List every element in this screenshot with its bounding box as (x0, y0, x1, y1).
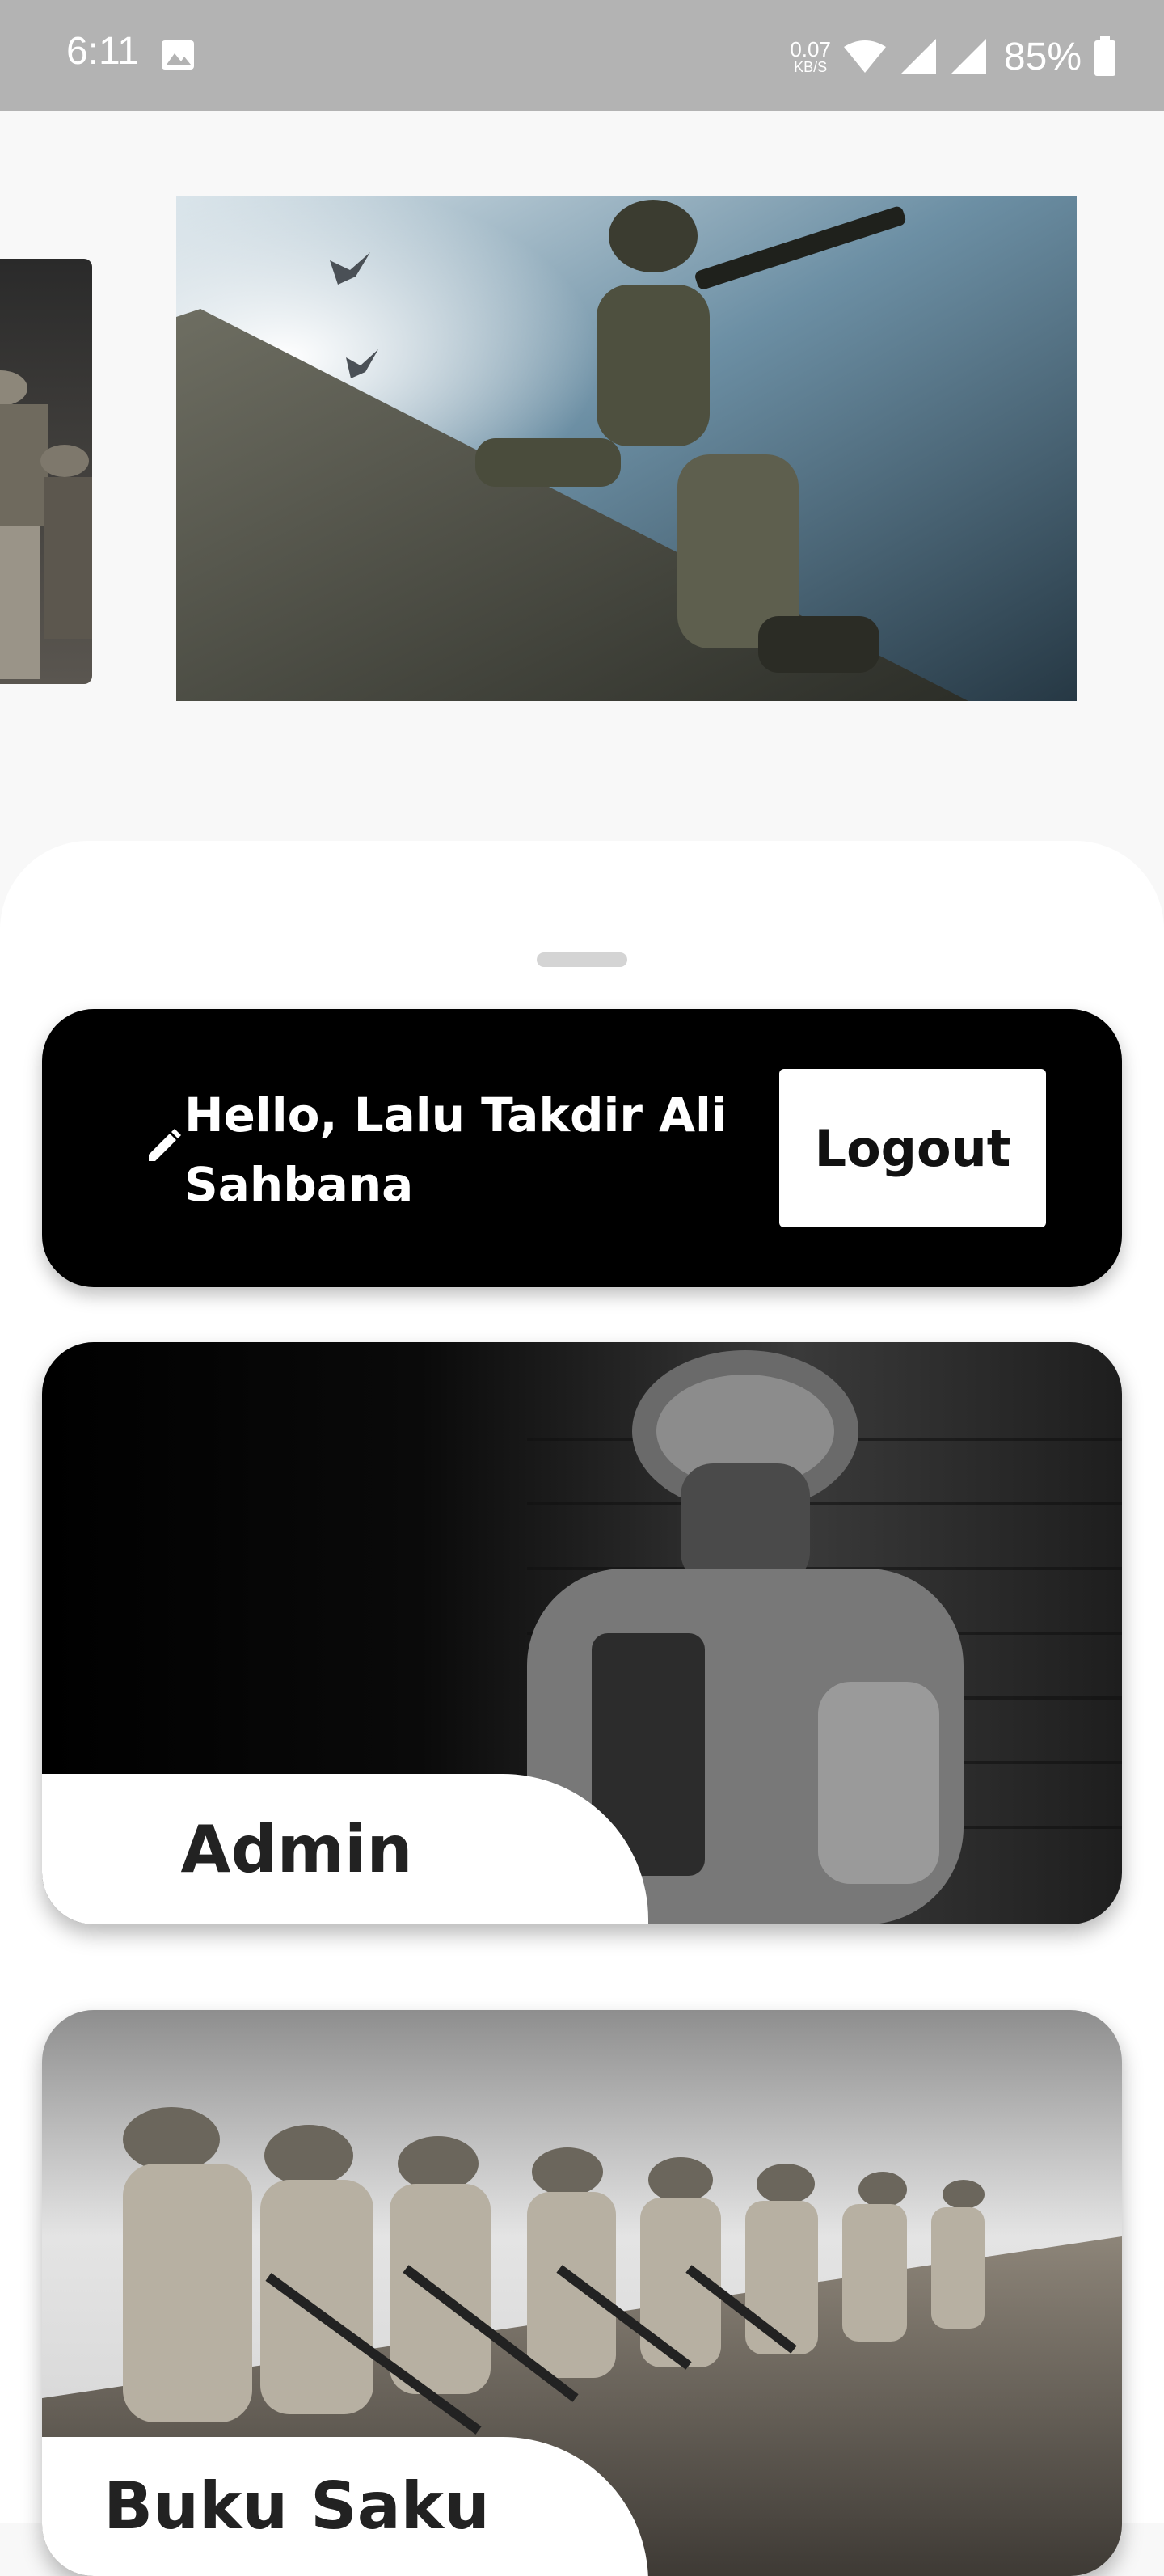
image-carousel[interactable] (0, 111, 1164, 838)
greeting-text: Hello, Lalu Takdir Ali Sahbana (184, 1087, 728, 1212)
pencil-icon[interactable] (141, 1122, 186, 1168)
sheet-drag-handle[interactable] (537, 952, 627, 967)
menu-label-buku-saku: Buku Saku (103, 2468, 490, 2544)
wifi-icon (842, 39, 888, 74)
network-speed-value: 0.07 (790, 37, 831, 61)
menu-label-admin: Admin (180, 1811, 413, 1887)
battery-percent: 85% (1003, 35, 1082, 78)
carousel-slide-previous[interactable] (0, 259, 92, 684)
status-time: 6:11 (66, 30, 139, 73)
network-speed-unit: KB/S (794, 59, 828, 75)
battery-icon (1093, 36, 1117, 77)
menu-card-admin[interactable]: Admin (42, 1342, 1122, 1924)
signal-icon (949, 37, 988, 76)
soldiers-squad-image (0, 259, 92, 684)
image-icon (160, 39, 196, 71)
carousel-slide-current[interactable] (176, 196, 1077, 701)
bottom-sheet: Hello, Lalu Takdir Ali Sahbana Logout Ad… (0, 841, 1164, 2576)
logout-button[interactable]: Logout (779, 1069, 1046, 1227)
card-label-tab: Buku Saku (42, 2437, 648, 2576)
soldier-climbing-wall-image (176, 196, 1077, 701)
network-speed: 0.07 KB/S (790, 39, 831, 74)
greeting-card: Hello, Lalu Takdir Ali Sahbana Logout (42, 1009, 1122, 1287)
card-label-tab: Admin (42, 1774, 648, 1924)
signal-icon (899, 37, 938, 76)
status-right-group: 0.07 KB/S 85% (790, 24, 1117, 89)
menu-card-buku-saku[interactable]: Buku Saku (42, 2010, 1122, 2576)
status-bar: 6:11 0.07 KB/S 85% (0, 0, 1164, 111)
